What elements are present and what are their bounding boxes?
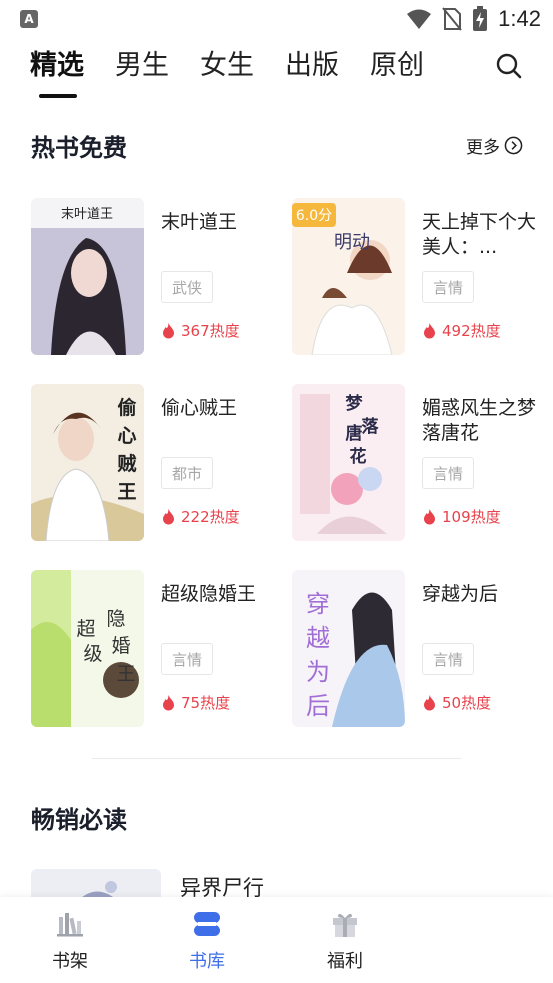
section-title-best-sellers: 畅销必读	[31, 806, 127, 834]
search-icon	[496, 53, 522, 79]
tab-featured[interactable]: 精选	[30, 48, 84, 88]
heat-count: 109热度	[422, 506, 501, 527]
section-divider	[92, 758, 462, 759]
book-title: 穿越为后	[422, 583, 499, 605]
nav-library[interactable]: 书库	[157, 897, 257, 983]
flame-icon	[163, 695, 174, 711]
nav-label: 书库	[189, 951, 225, 972]
bookshelf-icon	[57, 913, 83, 937]
chevron-right-circle-icon	[504, 136, 523, 155]
book-cover: 偷 心 贼 王	[31, 384, 144, 541]
book-cover: 末叶道王	[31, 198, 144, 355]
nav-bookshelf[interactable]: 书架	[20, 897, 120, 983]
svg-text:明动: 明动	[334, 232, 370, 253]
genre-tag: 言情	[161, 643, 213, 675]
cover-title: 末叶道王	[61, 207, 113, 222]
book-title: 偷心贼王	[161, 397, 238, 419]
svg-text:梦: 梦	[346, 393, 364, 414]
book-cover: 梦 落 唐 花	[292, 384, 405, 541]
wifi-icon	[407, 9, 432, 29]
search-button[interactable]	[493, 50, 525, 82]
genre-tag: 言情	[422, 457, 474, 489]
svg-text:王: 王	[116, 663, 135, 685]
book-title: 天上掉下个大美人：...	[422, 211, 537, 258]
svg-text:隐: 隐	[106, 608, 125, 630]
heat-count: 492热度	[422, 320, 501, 341]
cover-rating-badge: 6.0分	[296, 208, 332, 224]
flame-icon	[424, 509, 435, 525]
book-card[interactable]: 末叶道王 末叶道王 武侠 367热度	[31, 198, 271, 358]
book-cover: 超 隐 级 婚 王	[31, 570, 144, 727]
genre-tag: 都市	[161, 457, 213, 489]
book-title: 末叶道王	[161, 211, 238, 233]
svg-text:心: 心	[117, 425, 136, 447]
nav-label: 书架	[52, 951, 88, 972]
flame-icon	[424, 695, 435, 711]
more-button[interactable]: 更多	[466, 133, 523, 158]
genre-tag: 武侠	[161, 271, 213, 303]
svg-text:偷: 偷	[117, 396, 136, 419]
svg-text:唐: 唐	[346, 423, 363, 444]
svg-text:级: 级	[83, 643, 102, 665]
book-card[interactable]: 明动 6.0分 天上掉下个大美人：... 言情 492热度	[292, 198, 536, 358]
svg-text:越: 越	[306, 624, 330, 652]
flame-icon	[163, 323, 174, 339]
nav-benefits[interactable]: 福利	[295, 897, 395, 983]
book-title: 超级隐婚王	[161, 583, 257, 605]
tab-published[interactable]: 出版	[285, 48, 339, 88]
flame-icon	[163, 509, 174, 525]
svg-text:穿: 穿	[306, 590, 330, 618]
heat-count: 367热度	[161, 320, 240, 341]
heat-count: 222热度	[161, 506, 240, 527]
library-icon	[194, 912, 220, 936]
svg-text:花: 花	[350, 446, 367, 467]
book-card[interactable]: 穿 越 为 后 穿越为后 言情 50热度	[292, 570, 532, 730]
book-cover: 明动 6.0分	[292, 198, 405, 355]
nav-label: 福利	[327, 951, 363, 972]
svg-text:超: 超	[76, 618, 95, 640]
flame-icon	[424, 323, 435, 339]
app-notification-icon: A	[20, 10, 38, 28]
battery-charging-icon	[473, 6, 488, 31]
bottom-navigation: 书架 书库 福利	[0, 897, 553, 983]
svg-text:王: 王	[117, 481, 136, 503]
category-tabs: 精选 男生 女生 出版 原创	[30, 48, 424, 88]
book-card[interactable]: 超 隐 级 婚 王 超级隐婚王 言情 75热度	[31, 570, 271, 730]
book-title: 媚惑风生之梦落唐花	[422, 397, 537, 444]
more-label: 更多	[466, 138, 500, 158]
svg-text:落: 落	[362, 417, 380, 437]
genre-tag: 言情	[422, 271, 474, 303]
svg-text:后: 后	[306, 692, 330, 720]
svg-text:贼: 贼	[116, 452, 136, 475]
heat-count: 50热度	[422, 692, 491, 713]
active-tab-indicator	[39, 94, 77, 98]
book-card[interactable]: 偷 心 贼 王 偷心贼王 都市 222热度	[31, 384, 271, 544]
svg-text:婚: 婚	[111, 635, 130, 657]
tab-female[interactable]: 女生	[200, 48, 254, 88]
no-sim-icon	[442, 7, 462, 31]
book-card[interactable]: 梦 落 唐 花 媚惑风生之梦落唐花 言情 109热度	[292, 384, 536, 544]
tab-original[interactable]: 原创	[370, 48, 424, 88]
tab-male[interactable]: 男生	[115, 48, 169, 88]
heat-count: 75热度	[161, 692, 230, 713]
book-cover: 穿 越 为 后	[292, 570, 405, 727]
svg-text:为: 为	[306, 658, 330, 686]
status-bar: A 1:42	[0, 0, 553, 38]
genre-tag: 言情	[422, 643, 474, 675]
gift-icon	[333, 913, 357, 937]
clock: 1:42	[498, 6, 541, 31]
section-title-hot-free: 热书免费	[31, 134, 127, 162]
